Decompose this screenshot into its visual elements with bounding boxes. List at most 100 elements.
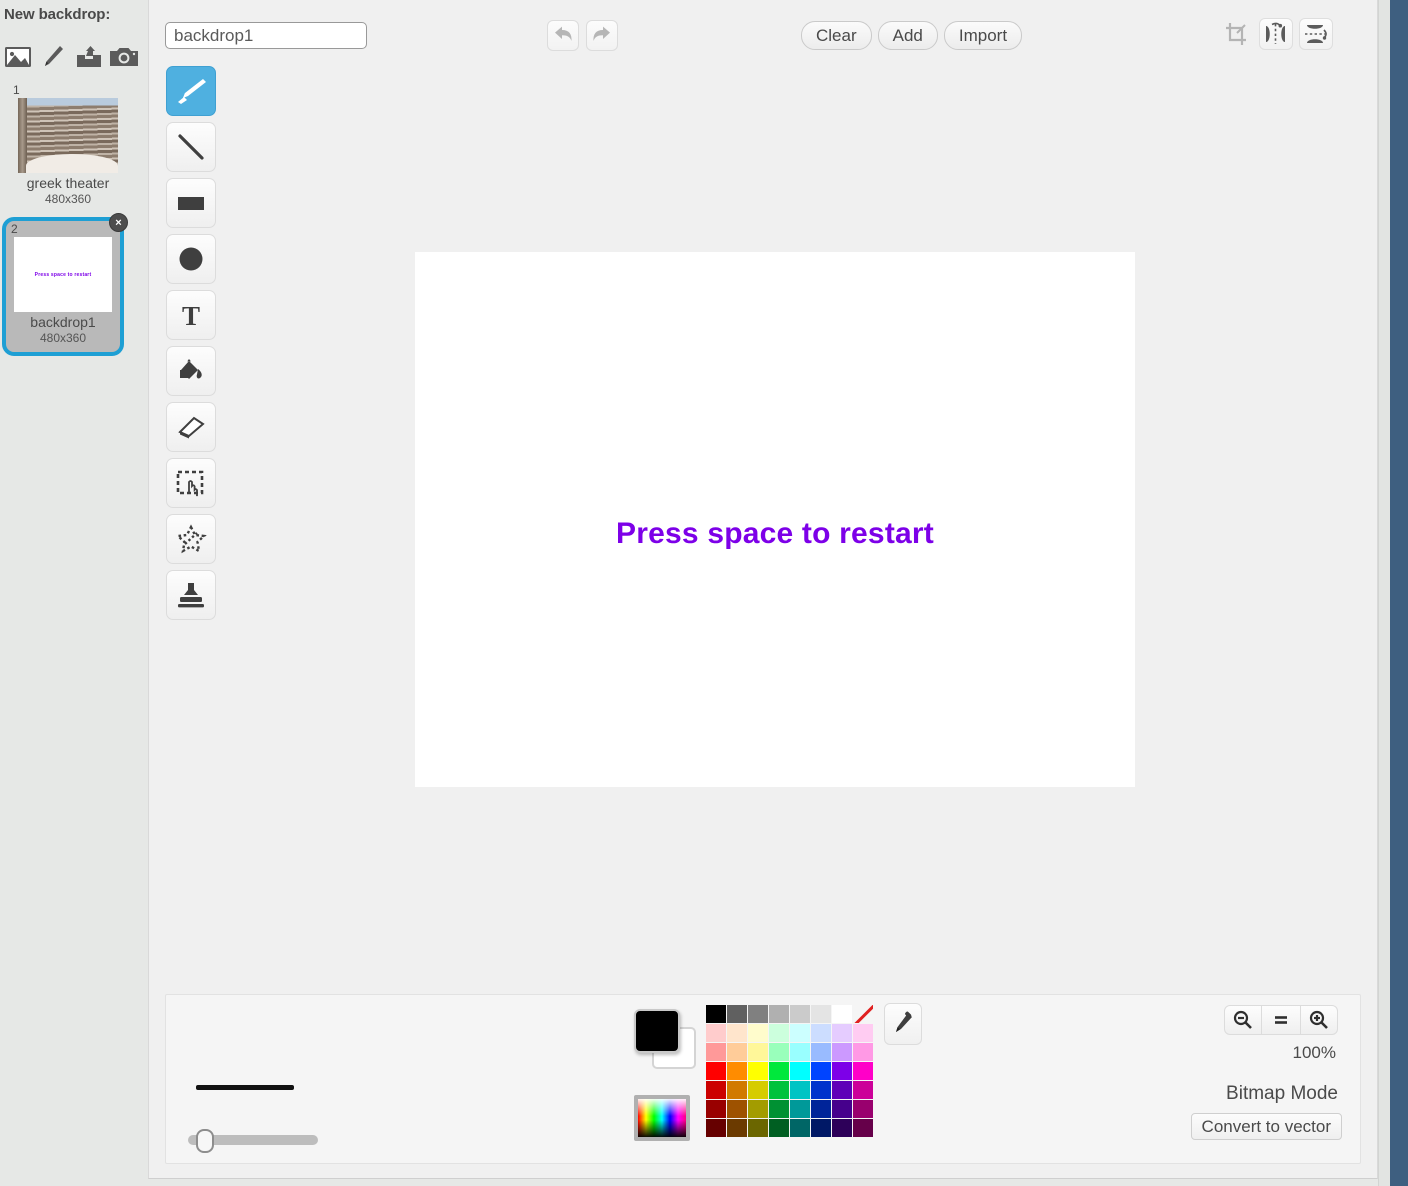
- library-icon[interactable]: [0, 42, 36, 72]
- palette-swatch[interactable]: [790, 1081, 810, 1099]
- palette-swatch[interactable]: [727, 1024, 747, 1042]
- ellipse-tool[interactable]: [166, 234, 216, 284]
- palette-swatch[interactable]: [706, 1062, 726, 1080]
- upload-icon[interactable]: [71, 42, 107, 72]
- palette-swatch[interactable]: [748, 1005, 768, 1023]
- palette-swatch[interactable]: [832, 1024, 852, 1042]
- backdrop-index: 2: [11, 222, 18, 236]
- palette-swatch[interactable]: [853, 1081, 873, 1099]
- camera-icon[interactable]: [107, 42, 143, 72]
- palette-swatch[interactable]: [748, 1024, 768, 1042]
- palette-swatch[interactable]: [832, 1043, 852, 1061]
- palette-swatch[interactable]: [769, 1024, 789, 1042]
- palette-swatch[interactable]: [790, 1119, 810, 1137]
- palette-swatch[interactable]: [748, 1081, 768, 1099]
- palette-swatch[interactable]: [727, 1005, 747, 1023]
- palette-swatch[interactable]: [811, 1062, 831, 1080]
- palette-swatch[interactable]: [790, 1043, 810, 1061]
- palette-swatch[interactable]: [790, 1062, 810, 1080]
- palette-swatch[interactable]: [811, 1043, 831, 1061]
- backdrop-thumbnail-text: Press space to restart: [34, 271, 92, 278]
- palette-swatch[interactable]: [769, 1005, 789, 1023]
- zoom-out-icon[interactable]: [1224, 1005, 1262, 1035]
- costume-name-input[interactable]: [165, 22, 367, 49]
- palette-swatch[interactable]: [811, 1100, 831, 1118]
- palette-swatch[interactable]: [790, 1024, 810, 1042]
- convert-to-vector-button[interactable]: Convert to vector: [1190, 1113, 1342, 1140]
- palette-swatch[interactable]: [748, 1043, 768, 1061]
- fill-tool[interactable]: [166, 346, 216, 396]
- palette-swatch[interactable]: [832, 1100, 852, 1118]
- palette-swatch[interactable]: [748, 1100, 768, 1118]
- palette-swatch[interactable]: [706, 1119, 726, 1137]
- palette-swatch[interactable]: [706, 1005, 726, 1023]
- clear-button[interactable]: Clear: [801, 21, 872, 50]
- add-button[interactable]: Add: [877, 21, 938, 50]
- eyedropper-icon[interactable]: [884, 1003, 922, 1045]
- palette-swatch[interactable]: [832, 1062, 852, 1080]
- paint-icon[interactable]: [36, 42, 72, 72]
- redo-button[interactable]: [586, 20, 618, 51]
- color-picker-gradient[interactable]: [634, 1095, 690, 1141]
- palette-swatch[interactable]: [706, 1100, 726, 1118]
- palette-swatch[interactable]: [811, 1119, 831, 1137]
- palette-swatch[interactable]: [811, 1005, 831, 1023]
- palette-swatch[interactable]: [853, 1043, 873, 1061]
- brush-size-slider[interactable]: [188, 1129, 318, 1153]
- palette-swatch[interactable]: [706, 1081, 726, 1099]
- magic-wand-tool[interactable]: [166, 514, 216, 564]
- palette-swatch[interactable]: [853, 1024, 873, 1042]
- palette-swatch[interactable]: [727, 1100, 747, 1118]
- select-tool[interactable]: [166, 458, 216, 508]
- undo-button[interactable]: [547, 20, 579, 51]
- import-button[interactable]: Import: [943, 21, 1023, 50]
- list-item[interactable]: 1 greek theater 480x360: [8, 82, 128, 213]
- transform-actions: [1219, 18, 1333, 50]
- palette-swatch[interactable]: [748, 1062, 768, 1080]
- palette-swatch[interactable]: [790, 1100, 810, 1118]
- palette-swatch[interactable]: [727, 1043, 747, 1061]
- canvas-area: Press space to restart: [219, 60, 1369, 978]
- eraser-tool[interactable]: [166, 402, 216, 452]
- stamp-tool[interactable]: [166, 570, 216, 620]
- palette-swatch[interactable]: [769, 1043, 789, 1061]
- slider-knob[interactable]: [196, 1129, 214, 1153]
- primary-color-swatch[interactable]: [634, 1009, 680, 1053]
- palette-swatch[interactable]: [853, 1062, 873, 1080]
- svg-text:T: T: [182, 301, 200, 330]
- palette-swatch[interactable]: [706, 1043, 726, 1061]
- flip-vertical-icon[interactable]: [1299, 18, 1333, 50]
- palette-swatch[interactable]: [769, 1100, 789, 1118]
- list-item[interactable]: 2 × Press space to restart backdrop1 480…: [2, 213, 128, 356]
- palette-swatch[interactable]: [853, 1100, 873, 1118]
- paint-canvas[interactable]: Press space to restart: [415, 252, 1135, 787]
- flip-horizontal-icon[interactable]: [1259, 18, 1293, 50]
- palette-swatch[interactable]: [706, 1024, 726, 1042]
- paint-editor-panel: Clear Add Import: [148, 0, 1378, 1179]
- palette-swatch[interactable]: [811, 1024, 831, 1042]
- canvas-actions: Clear Add Import: [801, 21, 1023, 50]
- rectangle-tool[interactable]: [166, 178, 216, 228]
- palette-swatch[interactable]: [853, 1005, 873, 1023]
- new-backdrop-icons: [0, 42, 142, 72]
- brush-tool[interactable]: [166, 66, 216, 116]
- line-tool[interactable]: [166, 122, 216, 172]
- palette-swatch[interactable]: [769, 1081, 789, 1099]
- palette-swatch[interactable]: [811, 1081, 831, 1099]
- crop-icon[interactable]: [1219, 18, 1253, 50]
- palette-swatch[interactable]: [727, 1081, 747, 1099]
- palette-swatch[interactable]: [832, 1119, 852, 1137]
- zoom-reset-icon[interactable]: [1262, 1005, 1300, 1035]
- palette-swatch[interactable]: [727, 1119, 747, 1137]
- palette-swatch[interactable]: [832, 1005, 852, 1023]
- palette-swatch[interactable]: [790, 1005, 810, 1023]
- palette-swatch[interactable]: [769, 1119, 789, 1137]
- palette-swatch[interactable]: [853, 1119, 873, 1137]
- palette-swatch[interactable]: [769, 1062, 789, 1080]
- zoom-in-icon[interactable]: [1300, 1005, 1338, 1035]
- palette-swatch[interactable]: [748, 1119, 768, 1137]
- palette-swatch[interactable]: [727, 1062, 747, 1080]
- palette-swatch[interactable]: [832, 1081, 852, 1099]
- text-tool[interactable]: T: [166, 290, 216, 340]
- close-icon[interactable]: ×: [109, 213, 128, 232]
